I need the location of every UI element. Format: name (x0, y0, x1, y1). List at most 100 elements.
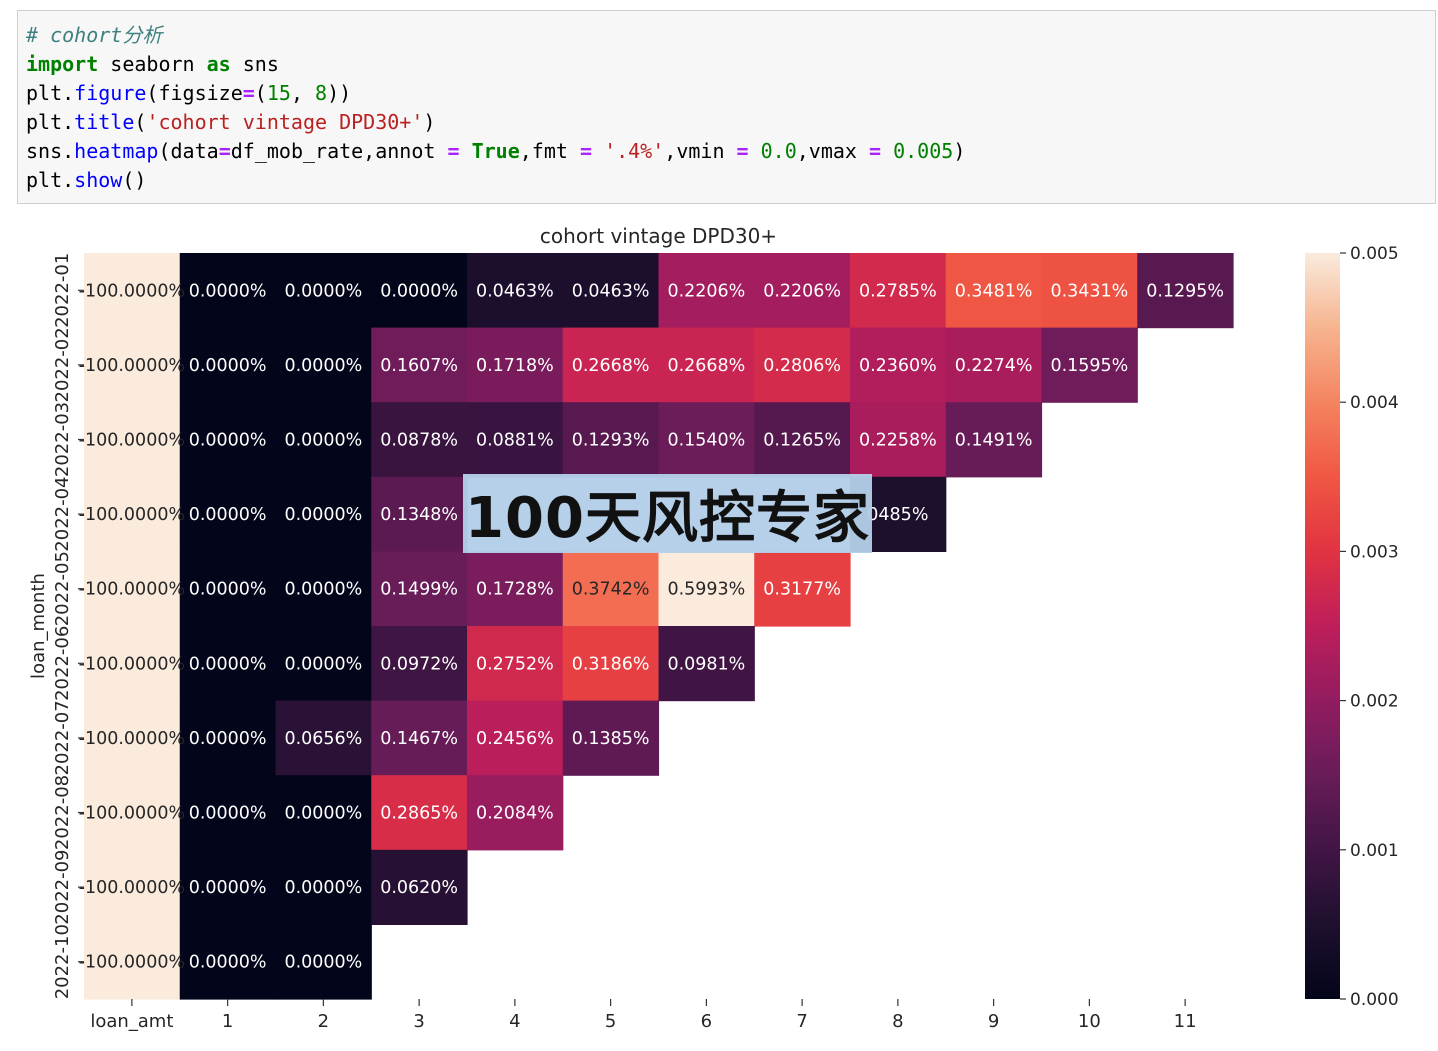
heatmap-cell (658, 402, 755, 478)
cell-annotation: 0.3177% (763, 580, 841, 600)
y-tick-label: 2022-02 (52, 327, 73, 402)
code-function: title (74, 110, 135, 134)
cell-annotation: 0.0000% (284, 878, 362, 898)
y-tick-label: 2022-03 (52, 402, 73, 477)
y-tick-label: 2022-08 (52, 775, 73, 850)
heatmap-cell (84, 402, 181, 478)
y-tick-label: 2022-10 (52, 924, 73, 999)
code-cell[interactable]: # cohort分析 import seaborn as sns plt.fig… (17, 10, 1436, 204)
heatmap-cell (467, 626, 564, 702)
code-text: ,vmax (796, 139, 869, 163)
heatmap-cell (754, 551, 851, 627)
x-tick-label: 11 (1174, 1011, 1197, 1032)
code-text: df_mob_rate,annot (230, 139, 448, 163)
code-text: sns (230, 52, 279, 76)
heatmap-cell (945, 402, 1043, 478)
y-axis-label: loan_month (28, 573, 49, 679)
cell-annotation: 0.1348% (380, 505, 458, 525)
cell-annotation: 0.0463% (476, 281, 554, 301)
heatmap-cell (371, 551, 468, 627)
heatmap-cell (275, 775, 372, 851)
cell-annotation: 0.0878% (380, 431, 458, 451)
heatmap-cell (467, 551, 564, 627)
code-operator: = (579, 139, 593, 163)
code-function: show (74, 168, 123, 192)
heatmap-cell (275, 253, 372, 329)
cell-annotation: 0.0463% (572, 281, 650, 301)
code-text: () (122, 168, 147, 192)
code-text: plt. (26, 110, 75, 134)
cell-annotation: 0.2668% (572, 356, 650, 376)
heatmap-cell (850, 253, 947, 329)
cell-annotation: 0.0000% (284, 431, 362, 451)
code-text: ( (254, 81, 267, 105)
heatmap-cell (850, 402, 947, 478)
heatmap-cell (84, 551, 181, 627)
heatmap-cell (275, 551, 372, 627)
heatmap-cell (179, 924, 277, 1000)
heatmap-cell (754, 327, 851, 403)
heatmap-cell (84, 775, 181, 851)
cell-annotation: 0.2668% (667, 356, 745, 376)
cell-annotation: 0.5993% (667, 580, 745, 600)
heatmap-cell (1137, 253, 1234, 329)
heatmap-cell (371, 775, 468, 851)
code-line-6: plt.show() (26, 166, 1427, 195)
code-operator: = (869, 139, 882, 163)
heatmap-cell (179, 626, 277, 702)
heatmap-cell (179, 551, 277, 627)
heatmap-cell (371, 253, 468, 329)
heatmap-cell (371, 402, 468, 478)
cell-annotation: 0.2360% (859, 356, 937, 376)
cell-annotation: 0.0656% (284, 729, 362, 749)
cell-annotation: -100.0000% (79, 281, 185, 301)
heatmap-cell (275, 849, 372, 925)
x-tick-label: 6 (701, 1011, 712, 1032)
cell-annotation: 0.3186% (572, 654, 650, 674)
cell-annotation: 0.2865% (380, 804, 458, 824)
cell-annotation: 0.2206% (667, 281, 745, 301)
heatmap-cell (84, 924, 181, 1000)
heatmap-cell (467, 775, 564, 851)
cell-annotation: 0.0000% (284, 505, 362, 525)
colorbar (1305, 253, 1340, 999)
cell-annotation: 0.0000% (189, 729, 267, 749)
cell-annotation: 0.2206% (763, 281, 841, 301)
code-text: ,fmt (519, 139, 580, 163)
x-tick-label: 9 (988, 1011, 999, 1032)
heatmap-cell (371, 849, 468, 925)
cell-annotation: 0.1467% (380, 729, 458, 749)
cell-annotation: 0.1491% (955, 431, 1033, 451)
cell-annotation: -100.0000% (79, 654, 185, 674)
cell-annotation: 0.0000% (189, 580, 267, 600)
cell-annotation: 0.0000% (189, 878, 267, 898)
cell-annotation: 0.0972% (380, 654, 458, 674)
code-string: 'cohort vintage DPD30+' (146, 110, 424, 134)
cell-annotation: -100.0000% (79, 878, 185, 898)
colorbar-tick-label: 0.003 (1350, 542, 1399, 562)
heatmap-cell (275, 924, 372, 1000)
heatmap-cell (658, 327, 755, 403)
cell-annotation: 0.0881% (476, 431, 554, 451)
code-keyword: import (26, 52, 99, 76)
code-text: (data (158, 139, 219, 163)
heatmap-cell (84, 327, 181, 403)
heatmap-cell (562, 402, 660, 478)
heatmap-cell (275, 327, 372, 403)
colorbar-tick-label: 0.004 (1350, 393, 1399, 413)
heatmap-cell (945, 253, 1043, 329)
code-line-4: plt.title('cohort vintage DPD30+') (26, 108, 1427, 137)
heatmap-cell (275, 476, 372, 552)
heatmap-cell (754, 402, 851, 478)
code-operator: = (736, 139, 749, 163)
code-text: , (290, 81, 316, 105)
heatmap-cell (179, 775, 277, 851)
cell-annotation: 0.1293% (572, 431, 650, 451)
heatmap-cell (467, 327, 564, 403)
heatmap-cell (84, 253, 181, 329)
cell-annotation: 0.0000% (189, 654, 267, 674)
cell-annotation: 0.0000% (284, 281, 362, 301)
